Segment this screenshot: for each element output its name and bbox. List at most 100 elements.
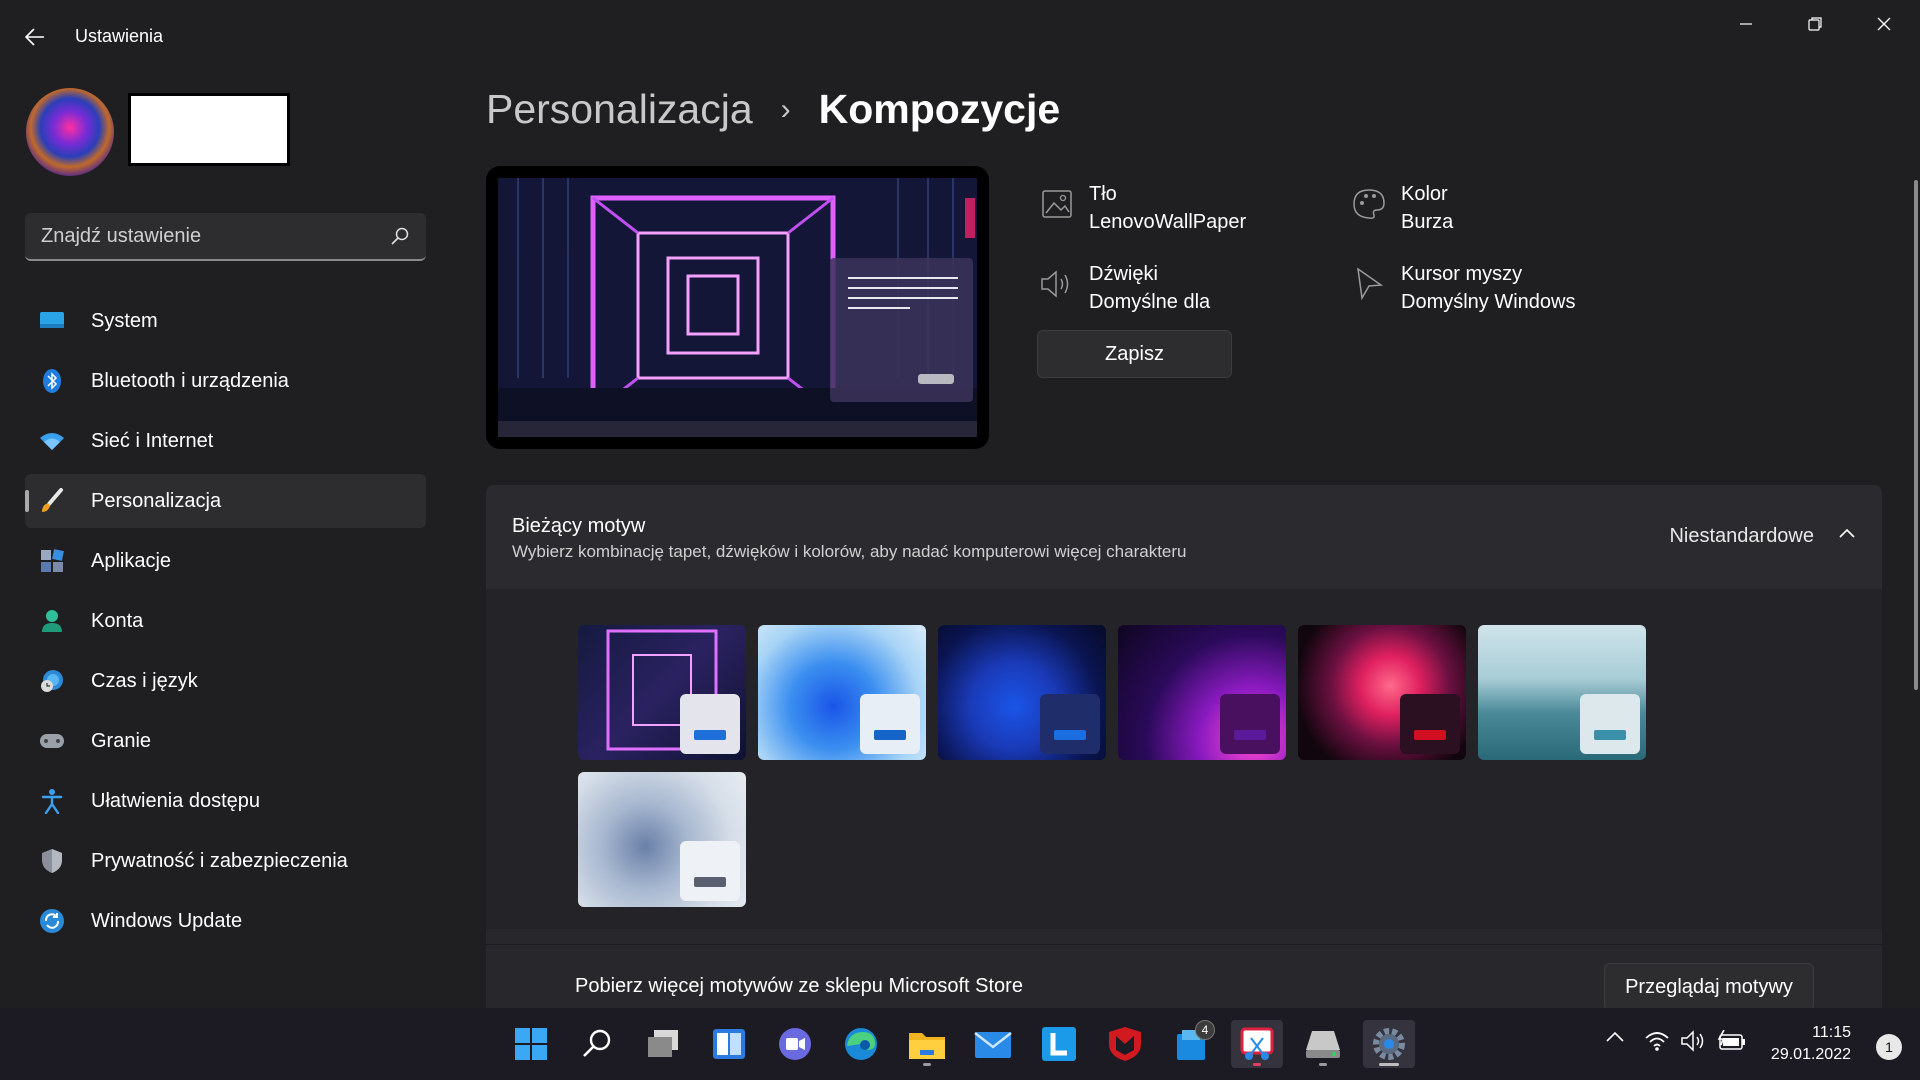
back-button[interactable] [18, 20, 52, 54]
sidebar-item-apps[interactable]: Aplikacje [25, 534, 426, 588]
scrollbar[interactable] [1914, 180, 1918, 690]
sidebar-item-label: Windows Update [91, 909, 243, 932]
theme-option-windows-dark[interactable] [938, 625, 1106, 760]
clock-date: 29.01.2022 [1770, 1046, 1851, 1063]
sidebar-item-label: Personalizacja [91, 489, 222, 512]
theme-option-sunrise[interactable] [1478, 625, 1646, 760]
store-text: Pobierz więcej motywów ze sklepu Microso… [575, 975, 1023, 997]
theme-gallery [486, 589, 1882, 929]
minimize-icon [1740, 23, 1752, 25]
wifi-icon [1645, 1032, 1669, 1051]
theme-option-glow[interactable] [1118, 625, 1286, 760]
theme-option-windows-light[interactable] [758, 625, 926, 760]
save-button[interactable]: Zapisz [1037, 330, 1232, 378]
minimize-button[interactable] [1712, 0, 1780, 48]
browse-themes-button[interactable]: Przeglądaj motywy [1604, 963, 1814, 1008]
gear-icon [1373, 1028, 1405, 1060]
sidebar-item-network[interactable]: Sieć i Internet [25, 414, 426, 468]
theme-accent [1594, 730, 1626, 740]
show-hidden-icons-button[interactable] [1605, 1030, 1625, 1044]
theme-accent [874, 730, 906, 740]
sidebar-item-accessibility[interactable]: Ułatwienia dostępu [25, 774, 426, 828]
volume-tray-icon[interactable] [1680, 1030, 1706, 1052]
sidebar-item-windows-update[interactable]: Windows Update [25, 894, 426, 948]
sounds-setting[interactable]: Dźwięki Domyślne dla [1037, 260, 1210, 316]
speaker-icon [1037, 264, 1077, 304]
task-view-button[interactable] [637, 1020, 689, 1068]
store-button[interactable]: 4 [1165, 1020, 1217, 1068]
color-label: Kolor [1401, 183, 1448, 205]
theme-accent [694, 877, 726, 887]
sidebar-item-label: Prywatność i zabezpieczenia [91, 849, 348, 872]
sidebar-item-label: Granie [91, 729, 152, 752]
theme-accent [1234, 730, 1266, 740]
widgets-icon [713, 1029, 745, 1059]
sidebar-item-accounts[interactable]: Konta [25, 594, 426, 648]
running-indicator [923, 1063, 931, 1066]
user-avatar[interactable] [26, 88, 114, 176]
close-button[interactable] [1850, 0, 1918, 48]
start-button[interactable] [505, 1020, 557, 1068]
chat-button[interactable] [769, 1020, 821, 1068]
background-setting[interactable]: Tło LenovoWallPaper [1037, 180, 1246, 236]
settings-app-button[interactable] [1363, 1020, 1415, 1068]
windows-logo-icon [515, 1028, 547, 1060]
settings-window: Ustawienia System Blue [0, 0, 1920, 1008]
search-input[interactable] [41, 224, 381, 248]
widgets-button[interactable] [703, 1020, 755, 1068]
snipping-tool-icon [1240, 1027, 1274, 1060]
teams-chat-icon [779, 1028, 811, 1060]
shield-icon [39, 848, 65, 874]
color-setting[interactable]: Kolor Burza [1349, 180, 1453, 236]
apps-icon [39, 548, 65, 574]
gamepad-icon [39, 728, 65, 754]
current-theme-header[interactable]: Bieżący motyw Wybierz kombinację tapet, … [486, 485, 1882, 589]
preview-taskbar [498, 421, 977, 437]
sounds-value: Domyślne dla [1089, 291, 1211, 313]
network-tray-icon[interactable] [1644, 1030, 1670, 1052]
battery-tray-icon[interactable] [1716, 1030, 1746, 1052]
snipping-tool-button[interactable] [1231, 1020, 1283, 1068]
mcafee-shield-icon [1109, 1027, 1141, 1061]
theme-preview [486, 166, 989, 449]
wifi-icon [39, 428, 65, 454]
mail-icon [974, 1032, 1012, 1058]
panel-title: Bieżący motyw [512, 515, 646, 537]
panel-subtitle: Wybierz kombinację tapet, dźwięków i kol… [512, 542, 1187, 561]
breadcrumb-parent[interactable]: Personalizacja [486, 86, 753, 133]
cursor-setting[interactable]: Kursor myszy Domyślny Windows [1349, 260, 1575, 316]
notification-badge: 4 [1195, 1020, 1215, 1040]
theme-option-custom[interactable] [578, 625, 746, 760]
sidebar-item-personalization[interactable]: Personalizacja [25, 474, 426, 528]
brush-icon [39, 488, 65, 514]
edge-button[interactable] [835, 1020, 887, 1068]
restore-button[interactable] [1781, 0, 1849, 48]
taskbar: 4 11:15 29.01.2022 1 [0, 1008, 1920, 1080]
search-icon[interactable] [390, 226, 410, 246]
restore-icon [1808, 17, 1822, 31]
notification-count[interactable]: 1 [1876, 1034, 1902, 1060]
mcafee-button[interactable] [1099, 1020, 1151, 1068]
person-icon [39, 608, 65, 634]
preview-wallpaper [498, 178, 977, 437]
file-explorer-button[interactable] [901, 1020, 953, 1068]
monitor-icon [39, 308, 65, 334]
sounds-label: Dźwięki [1089, 263, 1158, 285]
folder-icon [909, 1033, 945, 1059]
sidebar-item-gaming[interactable]: Granie [25, 714, 426, 768]
chevron-up-icon[interactable] [1838, 527, 1856, 539]
lenovo-vantage-button[interactable] [1033, 1020, 1085, 1068]
theme-option-flow[interactable] [578, 772, 746, 907]
sidebar-item-system[interactable]: System [25, 294, 426, 348]
sidebar-item-bluetooth[interactable]: Bluetooth i urządzenia [25, 354, 426, 408]
theme-option-captured-motion[interactable] [1298, 625, 1466, 760]
accessibility-icon [39, 788, 65, 814]
sidebar-item-privacy[interactable]: Prywatność i zabezpieczenia [25, 834, 426, 888]
taskbar-search-button[interactable] [571, 1020, 623, 1068]
drive-app-button[interactable] [1297, 1020, 1349, 1068]
mail-button[interactable] [967, 1020, 1019, 1068]
breadcrumb-separator: › [780, 92, 791, 126]
settings-search[interactable] [25, 213, 426, 261]
taskbar-clock[interactable]: 11:15 29.01.2022 [1771, 1022, 1851, 1066]
sidebar-item-time-language[interactable]: Czas i język [25, 654, 426, 708]
